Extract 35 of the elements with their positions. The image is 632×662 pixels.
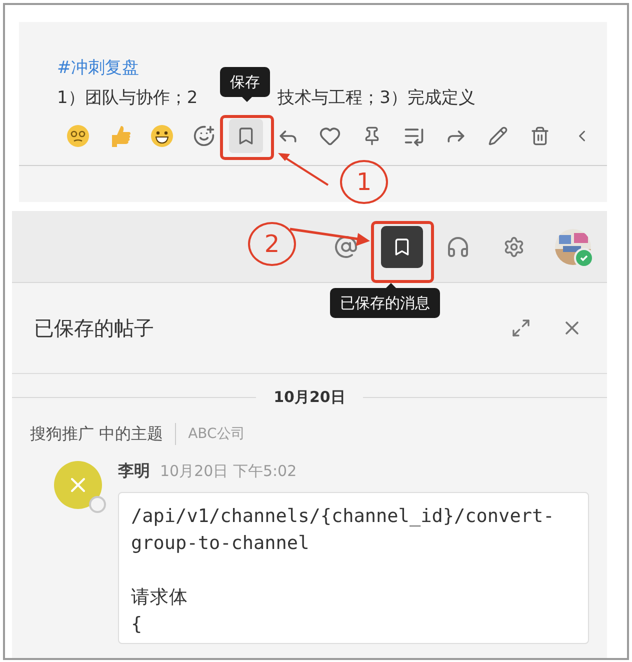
trash-icon <box>530 126 550 146</box>
step-marker: 2 <box>248 222 296 266</box>
step-marker: 1 <box>340 160 388 204</box>
panel-title: 已保存的帖子 <box>34 314 155 342</box>
tooltip: 保存 <box>220 67 270 97</box>
date-separator: 10月20日 <box>272 388 346 407</box>
channel-context: 搜狗推广 中的主题 <box>30 424 164 444</box>
heart-icon <box>319 125 341 147</box>
annotation-arrow <box>278 153 330 187</box>
tooltip-pointer-icon <box>386 283 396 288</box>
add-reaction-icon <box>193 125 215 147</box>
code-line: /api/v1/channels/{channel_id}/convert- <box>131 505 556 529</box>
hashtag-link[interactable]: #冲刺复盘 <box>57 56 140 80</box>
expand-icon <box>511 318 531 338</box>
tooltip-pointer-icon <box>242 97 252 102</box>
team-name: ABC公司 <box>188 425 245 443</box>
message-text: 技术与工程；3）完成定义 <box>278 87 476 110</box>
grinning-face-icon <box>150 124 174 148</box>
thumbs-up-icon <box>109 124 131 148</box>
highlight-frame <box>220 115 274 160</box>
save-button[interactable] <box>229 119 263 153</box>
tooltip: 已保存的消息 <box>330 288 440 318</box>
message-time: 10月20日 下午5:02 <box>160 462 297 481</box>
code-line: 请求体 <box>131 586 189 610</box>
code-line: group-to-channel <box>131 532 310 556</box>
settings-icon <box>503 236 525 258</box>
saved-messages-button[interactable] <box>381 226 423 268</box>
pencil-icon <box>488 126 508 146</box>
message-text: 1）团队与协作；2 <box>57 87 198 110</box>
mention-icon <box>334 234 358 258</box>
highlight-frame <box>371 221 434 283</box>
headset-icon <box>446 234 470 258</box>
dizzy-face-icon <box>66 124 90 148</box>
author-name[interactable]: 李明 <box>118 461 150 482</box>
code-line: { <box>131 613 144 637</box>
